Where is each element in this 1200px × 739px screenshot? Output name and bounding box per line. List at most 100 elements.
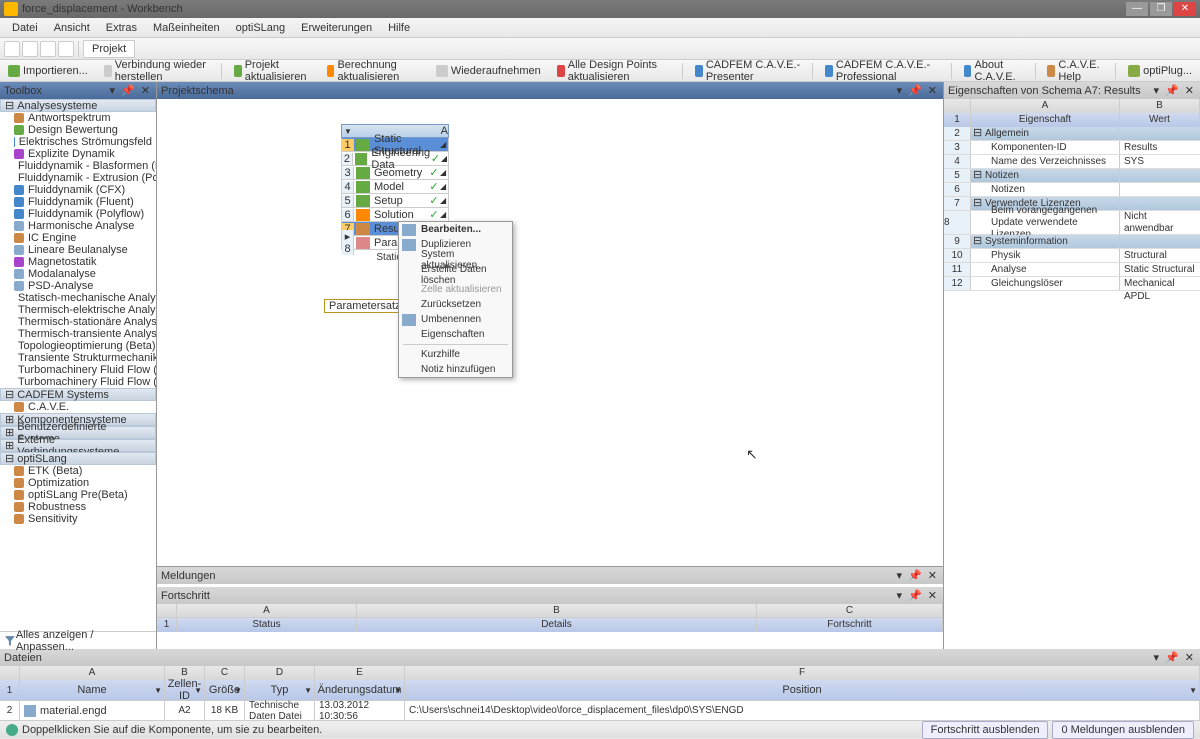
context-menu-item[interactable]: Bearbeiten... xyxy=(399,222,512,237)
save-icon[interactable] xyxy=(40,41,56,57)
prop-group[interactable]: 2⊟Allgemein xyxy=(944,127,1200,141)
toolbox-item[interactable]: Topologieoptimierung (Beta) xyxy=(0,340,156,352)
pin2-icon[interactable]: 📌 xyxy=(1163,84,1181,97)
toolbox-item[interactable]: Fluiddynamik - Blasformen (Polyflow) xyxy=(0,160,156,172)
menu-units[interactable]: Maßeinheiten xyxy=(145,22,228,34)
toolbox-item[interactable]: Magnetostatik xyxy=(0,256,156,268)
pin2-icon[interactable]: 📌 xyxy=(906,84,924,97)
context-menu-item[interactable]: Umbenennen xyxy=(399,312,512,327)
toolbox-item[interactable]: optiSLang Pre(Beta) xyxy=(0,489,156,501)
files-row[interactable]: 2 material.engd A2 18 KB Technische Date… xyxy=(0,700,1200,720)
system-row[interactable]: 2Engineering Data✓◢ xyxy=(341,152,449,166)
saveas-icon[interactable] xyxy=(58,41,74,57)
maximize-button[interactable]: ❐ xyxy=(1150,2,1172,16)
minimize-button[interactable]: — xyxy=(1126,2,1148,16)
cat-cadfem[interactable]: ⊟CADFEM Systems xyxy=(0,388,156,401)
menu-ansicht[interactable]: Ansicht xyxy=(46,22,98,34)
pin-icon[interactable]: ▾ xyxy=(1152,84,1162,97)
filter-icon[interactable] xyxy=(4,635,16,647)
optiplug-button[interactable]: optiPlug... xyxy=(1124,65,1196,77)
close-icon[interactable]: ✕ xyxy=(139,84,152,97)
project-update-button[interactable]: Projekt aktualisieren xyxy=(230,59,315,83)
toolbox-item[interactable]: Thermisch-transiente Analyse xyxy=(0,328,156,340)
schema-canvas[interactable]: ▼A 1Static Structural◢2Engineering Data✓… xyxy=(157,99,943,567)
cat-optislang[interactable]: ⊟optiSLang xyxy=(0,452,156,465)
about-cave-button[interactable]: About C.A.V.E. xyxy=(960,59,1027,83)
menu-ext[interactable]: Erweiterungen xyxy=(293,22,380,34)
menu-optislang[interactable]: optiSLang xyxy=(228,22,294,34)
toolbox-item[interactable]: Elektrisches Strömungsfeld xyxy=(0,136,156,148)
toolbox-item[interactable]: Modalanalyse xyxy=(0,268,156,280)
open-icon[interactable] xyxy=(22,41,38,57)
toolbox-item[interactable]: Statisch-mechanische Analyse xyxy=(0,292,156,304)
menu-hilfe[interactable]: Hilfe xyxy=(380,22,418,34)
pin-icon[interactable]: ▾ xyxy=(108,84,118,97)
toolbox-item[interactable]: Fluiddynamik (Polyflow) xyxy=(0,208,156,220)
pin2-icon[interactable]: 📌 xyxy=(906,569,924,582)
close-button[interactable]: ✕ xyxy=(1174,2,1196,16)
toolbox-item[interactable]: Explizite Dynamik xyxy=(0,148,156,160)
menu-datei[interactable]: Datei xyxy=(4,22,46,34)
new-icon[interactable] xyxy=(4,41,20,57)
toolbox-item[interactable]: Design Bewertung xyxy=(0,124,156,136)
context-menu-item[interactable]: Kurzhilfe xyxy=(399,347,512,362)
cave-prof-button[interactable]: CADFEM C.A.V.E.-Professional xyxy=(821,59,943,83)
system-row[interactable]: 4Model✓◢ xyxy=(341,180,449,194)
system-row[interactable]: 3Geometry✓◢ xyxy=(341,166,449,180)
cat-analysesysteme[interactable]: ⊟Analysesysteme xyxy=(0,99,156,112)
cave-presenter-button[interactable]: CADFEM C.A.V.E.-Presenter xyxy=(691,59,804,83)
toolbox-item[interactable]: Sensitivity xyxy=(0,513,156,525)
context-menu-item[interactable]: Eigenschaften xyxy=(399,327,512,342)
toolbox-item[interactable]: Fluiddynamik (Fluent) xyxy=(0,196,156,208)
prop-row[interactable]: 10PhysikStructural xyxy=(944,249,1200,263)
pin-icon[interactable]: ▾ xyxy=(1152,651,1162,664)
prop-row[interactable]: 3Komponenten-IDResults xyxy=(944,141,1200,155)
cave-help-button[interactable]: C.A.V.E. Help xyxy=(1043,59,1107,83)
pin2-icon[interactable]: 📌 xyxy=(119,84,137,97)
close-icon[interactable]: ✕ xyxy=(1183,84,1196,97)
pin-icon[interactable]: ▾ xyxy=(895,589,905,602)
toolbox-item[interactable]: Thermisch-stationäre Analyse xyxy=(0,316,156,328)
prop-row[interactable]: 6Notizen xyxy=(944,183,1200,197)
prop-row[interactable]: 11AnalyseStatic Structural xyxy=(944,263,1200,277)
hide-progress-button[interactable]: Fortschritt ausblenden xyxy=(922,721,1049,739)
pin2-icon[interactable]: 📌 xyxy=(906,589,924,602)
pin-icon[interactable]: ▾ xyxy=(895,569,905,582)
toolbox-item[interactable]: Lineare Beulanalyse xyxy=(0,244,156,256)
system-row[interactable]: 6Solution✓◢ xyxy=(341,208,449,222)
toolbox-item[interactable]: Thermisch-elektrische Analyse xyxy=(0,304,156,316)
cat-externe[interactable]: ⊞Externe Verbindungssysteme xyxy=(0,439,156,452)
prop-row[interactable]: 8Beim vorangegangenen Update verwendete … xyxy=(944,211,1200,235)
hide-messages-button[interactable]: 0 Meldungen ausblenden xyxy=(1052,721,1194,739)
pin2-icon[interactable]: 📌 xyxy=(1163,651,1181,664)
prop-row[interactable]: 12GleichungslöserMechanical APDL xyxy=(944,277,1200,291)
menu-extras[interactable]: Extras xyxy=(98,22,145,34)
close-icon[interactable]: ✕ xyxy=(926,589,939,602)
calc-update-button[interactable]: Berechnung aktualisieren xyxy=(323,59,424,83)
close-icon[interactable]: ✕ xyxy=(1183,651,1196,664)
toolbox-item[interactable]: Fluiddynamik - Extrusion (Polyflow) xyxy=(0,172,156,184)
context-menu-item[interactable]: Zurücksetzen xyxy=(399,297,512,312)
toolbox-item[interactable]: Transiente Strukturmechanik xyxy=(0,352,156,364)
import-button[interactable]: Importieren... xyxy=(4,65,92,77)
prop-group[interactable]: 5⊟Notizen xyxy=(944,169,1200,183)
project-button[interactable]: Projekt xyxy=(83,40,135,58)
close-icon[interactable]: ✕ xyxy=(926,84,939,97)
toolbox-item[interactable]: Turbomachinery Fluid Flow (BladeEditor) … xyxy=(0,364,156,376)
toolbox-item[interactable]: ETK (Beta) xyxy=(0,465,156,477)
toolbox-item[interactable]: Optimization xyxy=(0,477,156,489)
toolbox-footer[interactable]: Alles anzeigen / Anpassen... xyxy=(0,631,156,649)
prop-group[interactable]: 9⊟Systeminformation xyxy=(944,235,1200,249)
toolbox-item[interactable]: Harmonische Analyse xyxy=(0,220,156,232)
toolbox-item[interactable]: IC Engine xyxy=(0,232,156,244)
toolbox-item[interactable]: Turbomachinery Fluid Flow (BladeGen) (Be xyxy=(0,376,156,388)
close-icon[interactable]: ✕ xyxy=(926,569,939,582)
toolbox-item[interactable]: Fluiddynamik (CFX) xyxy=(0,184,156,196)
system-row[interactable]: 5Setup✓◢ xyxy=(341,194,449,208)
dp-update-button[interactable]: Alle Design Points aktualisieren xyxy=(553,59,674,83)
pin-icon[interactable]: ▾ xyxy=(895,84,905,97)
toolbox-item[interactable]: PSD-Analyse xyxy=(0,280,156,292)
context-menu-item[interactable]: Erstellte Daten löschen xyxy=(399,267,512,282)
toolbox-item[interactable]: Antwortspektrum xyxy=(0,112,156,124)
context-menu-item[interactable]: Notiz hinzufügen xyxy=(399,362,512,377)
